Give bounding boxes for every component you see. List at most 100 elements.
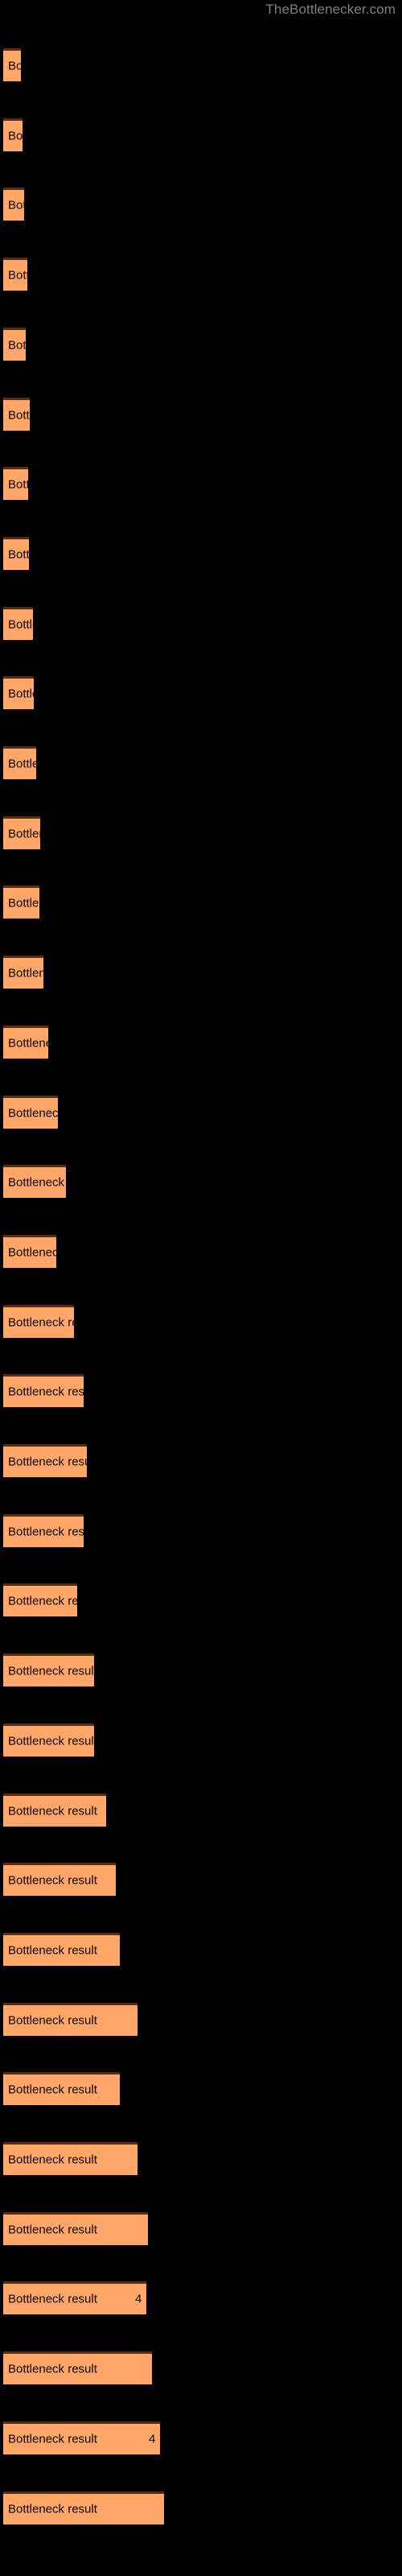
bar-label: Bottleneck result bbox=[8, 687, 34, 701]
bar-bottleneck-result[interactable]: Bottleneck result bbox=[3, 1513, 84, 1547]
bar-label: Bottleneck result bbox=[8, 1385, 84, 1399]
bar-row: Bottleneck result bbox=[0, 606, 402, 640]
bar-row: Bottleneck result bbox=[0, 397, 402, 431]
bar-row: Bottleneck result bbox=[0, 746, 402, 779]
bar-bottleneck-result[interactable]: Bottleneck result bbox=[3, 1723, 94, 1757]
bar-bottleneck-result[interactable]: Bottleneck result bbox=[3, 1234, 56, 1268]
bar-row: Bottleneck result bbox=[0, 2211, 402, 2245]
bar-row: Bottleneck result bbox=[0, 886, 402, 919]
bar-label: Bottleneck result bbox=[8, 338, 26, 353]
bar-bottleneck-result[interactable]: Bottleneck result 4 bbox=[3, 2281, 146, 2315]
bar-row: Bottleneck result bbox=[0, 676, 402, 710]
bar-label: Bottleneck result bbox=[8, 1734, 94, 1748]
bar-row: Bottleneck result bbox=[0, 1793, 402, 1827]
bar-bottleneck-result[interactable]: Bottleneck result bbox=[3, 2351, 152, 2385]
bar-bottleneck-result[interactable]: Bottleneck result bbox=[3, 1793, 106, 1827]
bar-row: Bottleneck result bbox=[0, 1723, 402, 1757]
bar-bottleneck-result[interactable]: Bottleneck result bbox=[3, 1583, 77, 1617]
bar-label: Bottleneck result bbox=[8, 2223, 97, 2237]
bar-label: Bottleneck result bbox=[8, 2432, 97, 2446]
bar-row: Bottleneck result bbox=[0, 1513, 402, 1547]
bar-row: Bottleneck result bbox=[0, 1095, 402, 1129]
bar-bottleneck-result[interactable]: Bottleneck result bbox=[3, 2072, 120, 2106]
bar-row: Bottleneck result bbox=[0, 2351, 402, 2385]
bar-label: Bottleneck result bbox=[8, 966, 43, 980]
bar-bottleneck-result[interactable]: Bottleneck result bbox=[3, 1653, 94, 1687]
bar-bottleneck-result[interactable]: Bottleneck result bbox=[3, 676, 34, 710]
bar-bottleneck-result[interactable]: Bottleneck result bbox=[3, 2142, 137, 2175]
bar-bottleneck-result[interactable]: Bottleneck result bbox=[3, 2491, 164, 2524]
bar-bottleneck-result[interactable]: Bottleneck result bbox=[3, 536, 29, 570]
bar-label: Bottleneck result bbox=[8, 408, 30, 422]
bar-bottleneck-result[interactable]: Bottleneck result bbox=[3, 397, 30, 431]
bar-bottleneck-result[interactable]: Bottleneck result bbox=[3, 48, 21, 81]
bar-row: Bottleneck result bbox=[0, 1234, 402, 1268]
bar-row: Bottleneck result bbox=[0, 2072, 402, 2106]
bar-row: Bottleneck result bbox=[0, 1653, 402, 1687]
bar-row: Bottleneck result 4 bbox=[0, 2421, 402, 2454]
bar-bottleneck-result[interactable]: Bottleneck result bbox=[3, 1374, 84, 1408]
bar-label: Bottleneck result bbox=[8, 1804, 97, 1818]
bar-row: Bottleneck result bbox=[0, 48, 402, 81]
bar-label: Bottleneck result bbox=[8, 1245, 56, 1260]
bar-series-layer: Bottleneck resultBottleneck resultBottle… bbox=[0, 0, 402, 2576]
bar-bottleneck-result[interactable]: Bottleneck result bbox=[3, 258, 27, 291]
bar-label: Bottleneck result bbox=[8, 59, 21, 73]
bar-bottleneck-result[interactable]: Bottleneck result bbox=[3, 1304, 74, 1338]
bar-label: Bottleneck result bbox=[8, 1106, 58, 1120]
bar-label: Bottleneck result bbox=[8, 2292, 97, 2306]
bar-row: Bottleneck result bbox=[0, 815, 402, 849]
bar-value-label: 4 bbox=[135, 2292, 142, 2306]
bar-bottleneck-result[interactable]: Bottleneck result bbox=[3, 467, 28, 501]
bar-label: Bottleneck result bbox=[8, 1873, 97, 1888]
bar-label: Bottleneck result bbox=[8, 757, 36, 771]
bar-label: Bottleneck result bbox=[8, 1455, 87, 1469]
bar-label: Bottleneck result bbox=[8, 1664, 94, 1678]
bar-label: Bottleneck result bbox=[8, 2362, 97, 2376]
bar-row: Bottleneck result bbox=[0, 2491, 402, 2524]
bar-bottleneck-result[interactable]: Bottleneck result bbox=[3, 746, 36, 779]
bar-label: Bottleneck result bbox=[8, 547, 29, 562]
bar-row: Bottleneck result bbox=[0, 1863, 402, 1897]
bar-bottleneck-result[interactable]: Bottleneck result bbox=[3, 1165, 66, 1199]
bar-row: Bottleneck result bbox=[0, 467, 402, 501]
bar-bottleneck-result[interactable]: Bottleneck result bbox=[3, 118, 23, 151]
bar-bottleneck-result[interactable]: Bottleneck result bbox=[3, 606, 33, 640]
bar-label: Bottleneck result bbox=[8, 1036, 48, 1051]
bar-bottleneck-result[interactable]: Bottleneck result bbox=[3, 1025, 48, 1059]
bar-bottleneck-result[interactable]: Bottleneck result bbox=[3, 886, 39, 919]
bar-row: Bottleneck result bbox=[0, 258, 402, 291]
bar-label: Bottleneck result bbox=[8, 2083, 97, 2097]
bar-row: Bottleneck result 4 bbox=[0, 2281, 402, 2315]
bar-label: Bottleneck result bbox=[8, 2153, 97, 2167]
bar-label: Bottleneck result bbox=[8, 1175, 66, 1190]
bar-row: Bottleneck result bbox=[0, 1583, 402, 1617]
bar-bottleneck-result[interactable]: Bottleneck result bbox=[3, 327, 26, 361]
bar-bottleneck-result[interactable]: Bottleneck result bbox=[3, 2002, 137, 2036]
bar-label: Bottleneck result bbox=[8, 198, 24, 213]
bar-value-label: 4 bbox=[149, 2432, 156, 2446]
bar-bottleneck-result[interactable]: Bottleneck result bbox=[3, 2211, 148, 2245]
bar-label: Bottleneck result bbox=[8, 617, 33, 632]
bar-bottleneck-result[interactable]: Bottleneck result bbox=[3, 956, 43, 989]
bar-bottleneck-result[interactable]: Bottleneck result bbox=[3, 1863, 116, 1897]
bar-bottleneck-result[interactable]: Bottleneck result bbox=[3, 815, 40, 849]
bar-row: Bottleneck result bbox=[0, 1932, 402, 1966]
bar-label: Bottleneck result bbox=[8, 827, 40, 841]
bar-bottleneck-result[interactable]: Bottleneck result 4 bbox=[3, 2421, 160, 2454]
bar-row: Bottleneck result bbox=[0, 118, 402, 151]
bar-row: Bottleneck result bbox=[0, 1165, 402, 1199]
bar-row: Bottleneck result bbox=[0, 1374, 402, 1408]
bar-row: Bottleneck result bbox=[0, 956, 402, 989]
bar-label: Bottleneck result bbox=[8, 129, 23, 143]
bar-row: Bottleneck result bbox=[0, 188, 402, 221]
bar-bottleneck-result[interactable]: Bottleneck result bbox=[3, 1932, 120, 1966]
bar-label: Bottleneck result bbox=[8, 477, 28, 492]
bar-bottleneck-result[interactable]: Bottleneck result bbox=[3, 1444, 87, 1477]
bar-row: Bottleneck result bbox=[0, 1304, 402, 1338]
bar-row: Bottleneck result bbox=[0, 327, 402, 361]
bar-label: Bottleneck result bbox=[8, 2502, 97, 2516]
bar-bottleneck-result[interactable]: Bottleneck result bbox=[3, 1095, 58, 1129]
bar-row: Bottleneck result bbox=[0, 1444, 402, 1477]
bar-bottleneck-result[interactable]: Bottleneck result bbox=[3, 188, 24, 221]
